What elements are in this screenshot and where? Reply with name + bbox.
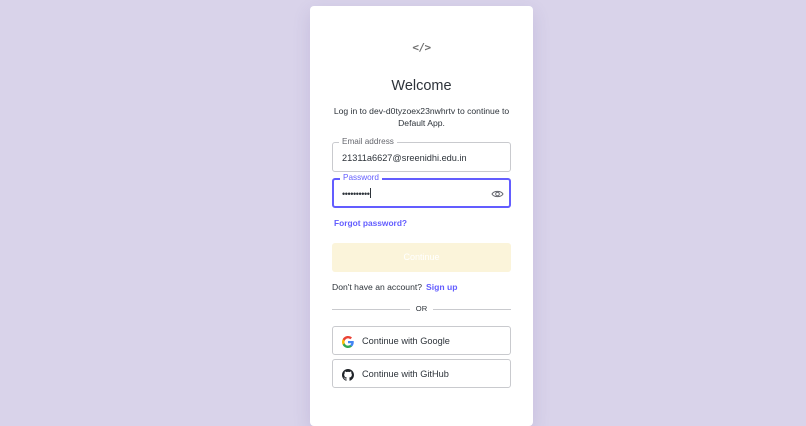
- password-field-label: Password: [340, 173, 382, 183]
- github-button-label: Continue with GitHub: [362, 369, 449, 379]
- github-icon: [342, 368, 354, 381]
- continue-button[interactable]: Continue: [332, 243, 511, 272]
- signup-link[interactable]: Sign up: [426, 282, 458, 292]
- page-subtitle: Log in to dev-d0tyzoex23nwhrtv to contin…: [333, 106, 510, 128]
- password-masked-text: ••••••••••: [342, 189, 370, 199]
- forgot-password-link[interactable]: Forgot password?: [334, 218, 407, 228]
- divider-line-right: [433, 309, 511, 310]
- google-icon: [342, 335, 354, 348]
- code-logo-icon: </>: [412, 41, 431, 54]
- email-field-label: Email address: [339, 137, 397, 147]
- signup-row: Don't have an account? Sign up: [332, 282, 458, 292]
- login-card: </> Welcome Log in to dev-d0tyzoex23nwhr…: [310, 6, 533, 426]
- password-field[interactable]: Password ••••••••••: [332, 173, 511, 208]
- password-field-value[interactable]: ••••••••••: [342, 188, 372, 199]
- email-field[interactable]: Email address 21311a6627@sreenidhi.edu.i…: [332, 137, 511, 172]
- page-title: Welcome: [391, 78, 452, 94]
- google-button-label: Continue with Google: [362, 336, 450, 346]
- continue-with-google-button[interactable]: Continue with Google: [332, 326, 511, 355]
- continue-with-github-button[interactable]: Continue with GitHub: [332, 359, 511, 388]
- email-field-value[interactable]: 21311a6627@sreenidhi.edu.in: [342, 153, 467, 163]
- or-divider: OR: [332, 303, 511, 315]
- text-caret: [370, 188, 372, 198]
- signup-prompt: Don't have an account?: [332, 282, 423, 292]
- show-password-eye-icon[interactable]: [491, 187, 504, 199]
